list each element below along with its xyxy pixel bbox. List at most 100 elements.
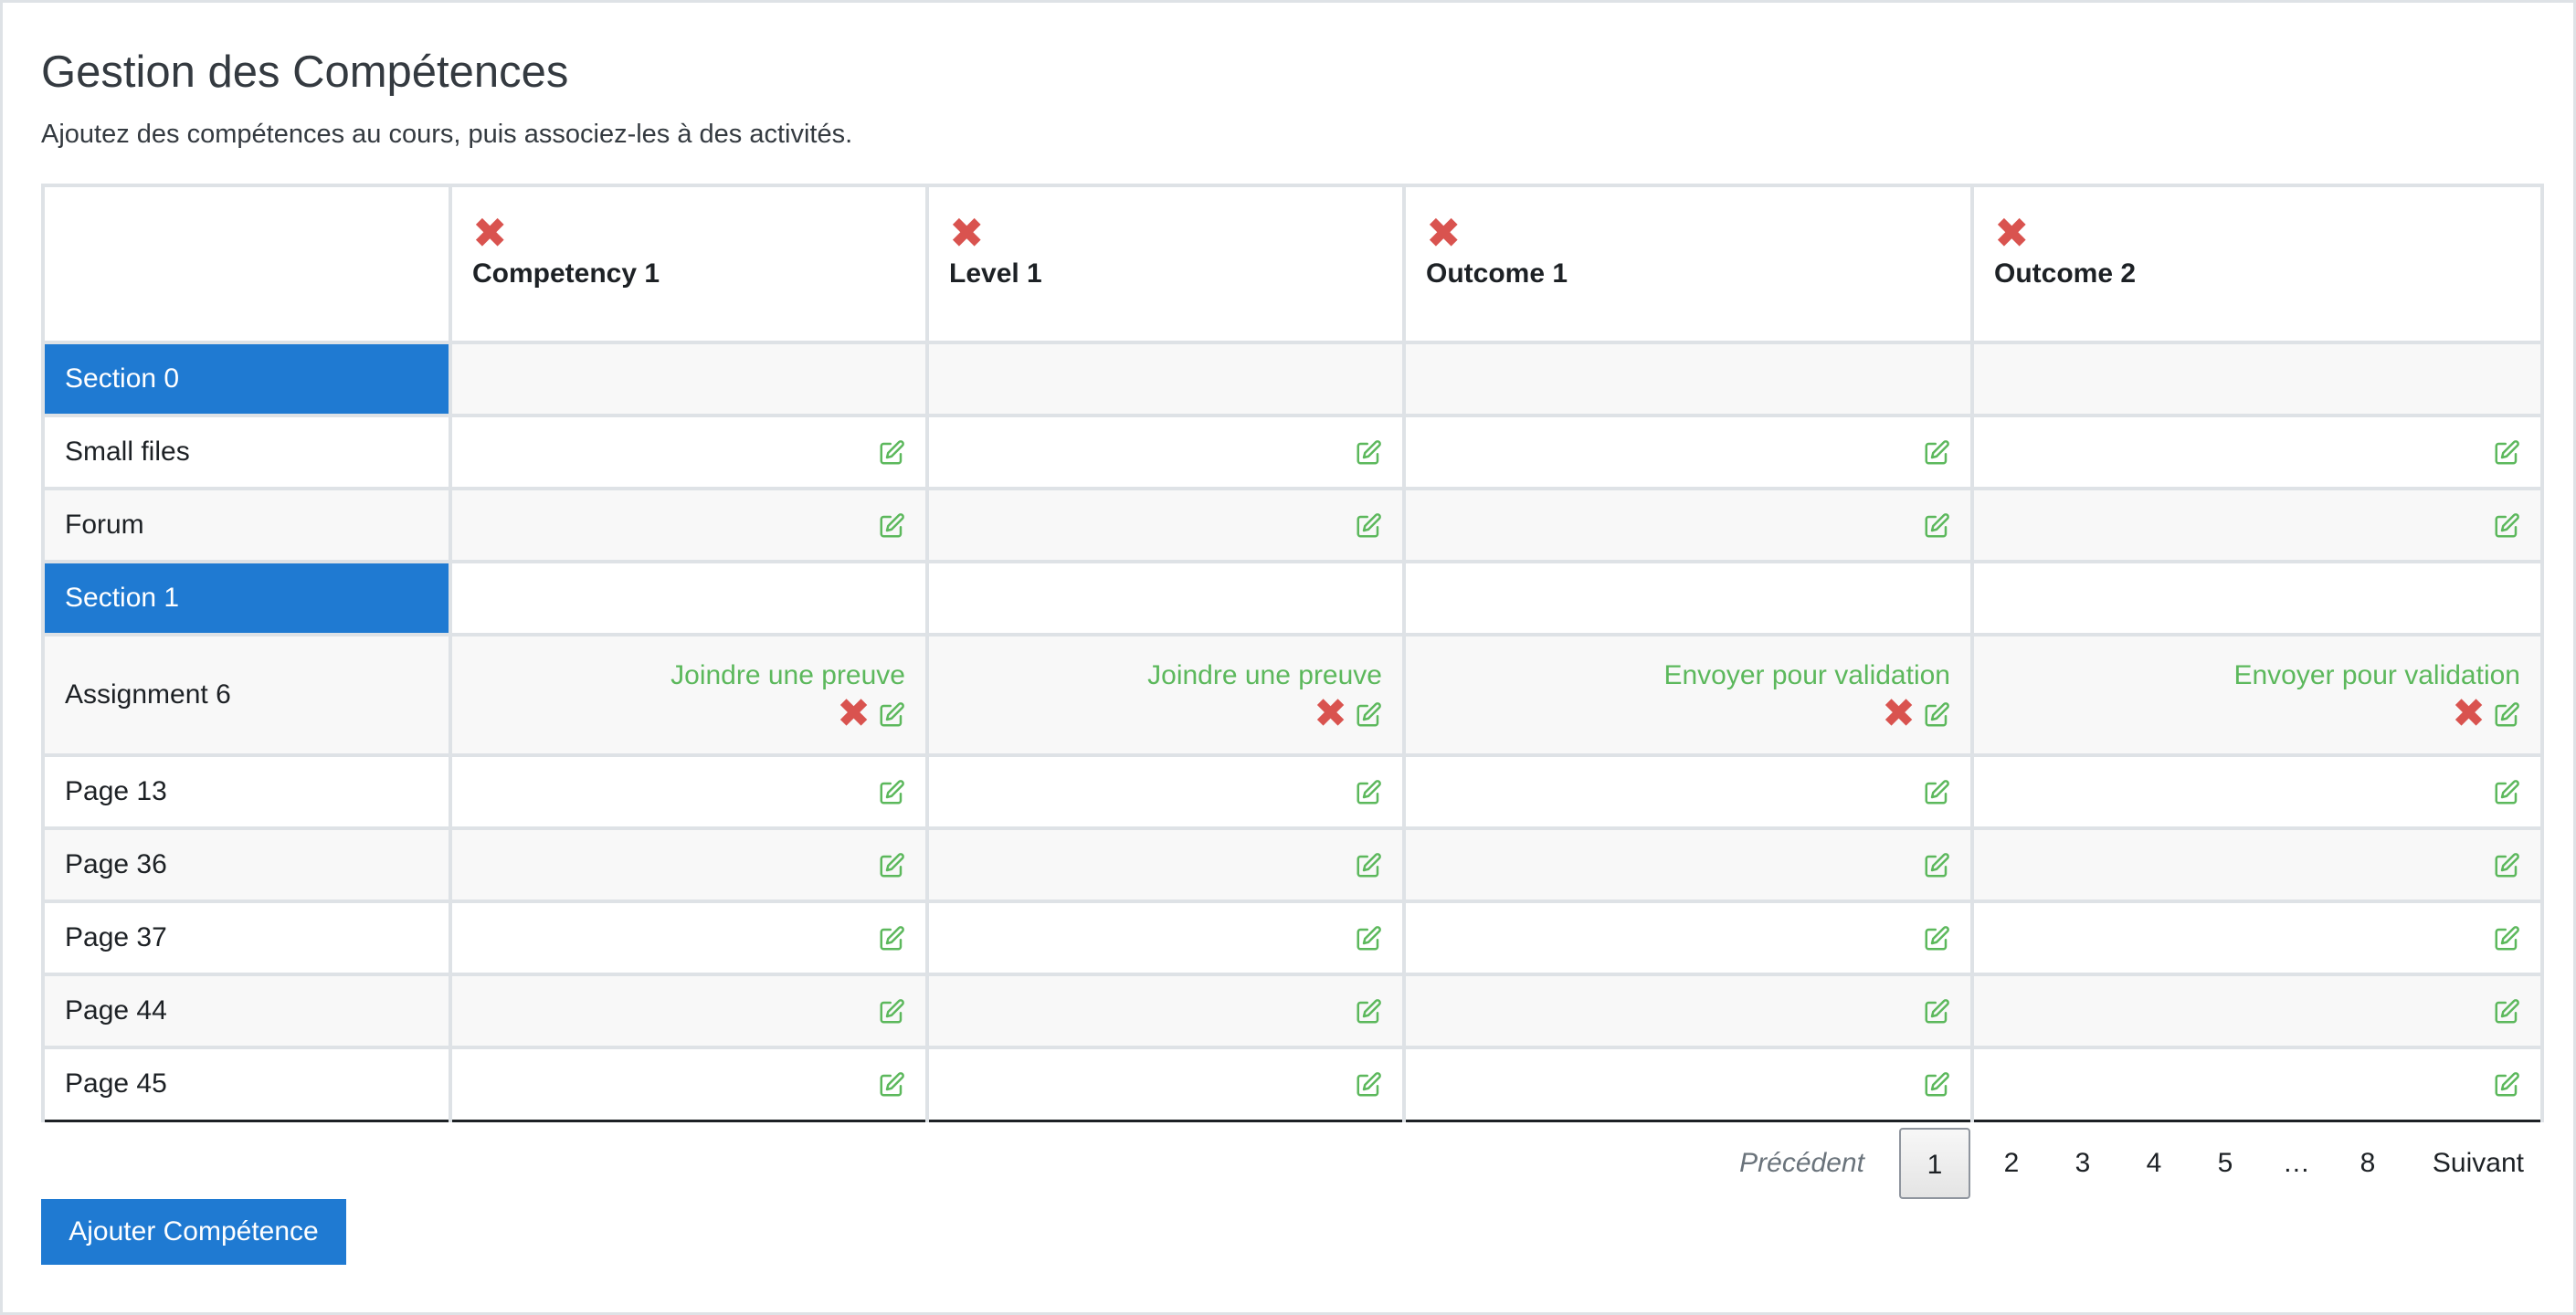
close-icon[interactable]: ✖	[472, 212, 509, 254]
column-header-0: ✖ Competency 1	[449, 184, 929, 344]
edit-icon[interactable]	[1923, 995, 1950, 1026]
edit-icon[interactable]	[878, 1068, 905, 1099]
table-cell	[1970, 487, 2544, 563]
pagination-page[interactable]: 4	[2118, 1128, 2190, 1199]
edit-icon[interactable]	[878, 437, 905, 467]
table-cell	[925, 826, 1406, 903]
edit-icon[interactable]	[1923, 437, 1950, 467]
table-cell	[1970, 341, 2544, 417]
edit-icon[interactable]	[2493, 995, 2520, 1026]
table-cell	[1402, 560, 1974, 636]
edit-icon[interactable]	[1355, 437, 1382, 467]
edit-icon[interactable]	[1355, 699, 1382, 730]
close-icon[interactable]: ✖	[1882, 694, 1916, 734]
add-competency-button[interactable]: Ajouter Compétence	[41, 1199, 346, 1265]
pagination-page[interactable]: 2	[1976, 1128, 2047, 1199]
column-header-label: Outcome 1	[1426, 258, 1568, 289]
table-cell	[1402, 341, 1974, 417]
edit-icon[interactable]	[878, 699, 905, 730]
pagination-page[interactable]: 5	[2190, 1128, 2261, 1199]
table-row: Page 36	[41, 826, 2544, 903]
close-icon[interactable]: ✖	[1426, 212, 1462, 254]
edit-icon[interactable]	[1355, 1068, 1382, 1099]
edit-icon[interactable]	[1355, 922, 1382, 952]
close-icon[interactable]: ✖	[1994, 212, 2031, 254]
edit-icon[interactable]	[1355, 995, 1382, 1026]
activity-label: Page 13	[41, 753, 452, 830]
section-row: Section 0	[41, 341, 2544, 417]
close-icon[interactable]: ✖	[2452, 694, 2486, 734]
table-row: Page 45	[41, 1046, 2544, 1122]
pagination-next[interactable]: Suivant	[2416, 1128, 2540, 1199]
pagination-page[interactable]: 8	[2332, 1128, 2403, 1199]
pagination-pages: 1 2 3 4 5 … 8	[1898, 1128, 2403, 1199]
table-cell	[449, 487, 929, 563]
table-cell	[925, 487, 1406, 563]
pagination: Précédent 1 2 3 4 5 … 8 Suivant	[1723, 1128, 2540, 1199]
activity-label: Forum	[41, 487, 452, 563]
edit-icon[interactable]	[1355, 510, 1382, 540]
table-cell	[925, 414, 1406, 490]
close-icon[interactable]: ✖	[949, 212, 986, 254]
edit-icon[interactable]	[2493, 849, 2520, 879]
edit-icon[interactable]	[1355, 849, 1382, 879]
edit-icon[interactable]	[2493, 922, 2520, 952]
table-cell	[449, 560, 929, 636]
edit-icon[interactable]	[878, 510, 905, 540]
table-cell	[1970, 1046, 2544, 1122]
column-header-label: Level 1	[949, 258, 1042, 289]
close-icon[interactable]: ✖	[1314, 694, 1347, 734]
edit-icon[interactable]	[2493, 437, 2520, 467]
table-cell	[1402, 487, 1974, 563]
pagination-page[interactable]: 3	[2047, 1128, 2118, 1199]
evidence-link[interactable]: Envoyer pour validation	[1994, 656, 2520, 696]
table-cell	[1402, 973, 1974, 1049]
pagination-page[interactable]: 1	[1898, 1128, 1970, 1199]
table-cell	[449, 973, 929, 1049]
evidence-link[interactable]: Joindre une preuve	[949, 656, 1382, 696]
edit-icon[interactable]	[878, 776, 905, 806]
edit-icon[interactable]	[2493, 699, 2520, 730]
edit-icon[interactable]	[1923, 699, 1950, 730]
edit-icon[interactable]	[878, 922, 905, 952]
edit-icon[interactable]	[878, 995, 905, 1026]
table-cell	[925, 1046, 1406, 1122]
activity-label: Page 37	[41, 899, 452, 976]
edit-icon[interactable]	[1923, 849, 1950, 879]
edit-icon[interactable]	[2493, 1068, 2520, 1099]
activity-label: Page 45	[41, 1046, 452, 1122]
competency-table: ✖ Competency 1 ✖ Level 1 ✖ Outcome 1 ✖ O…	[41, 184, 2544, 1122]
activity-label: Assignment 6	[41, 633, 452, 757]
edit-icon[interactable]	[1923, 776, 1950, 806]
table-cell	[1402, 826, 1974, 903]
edit-icon[interactable]	[1923, 922, 1950, 952]
edit-icon[interactable]	[2493, 510, 2520, 540]
table-cell: Envoyer pour validation ✖	[1402, 633, 1974, 757]
edit-icon[interactable]	[1355, 776, 1382, 806]
table-cell	[1970, 826, 2544, 903]
table-cell	[449, 1046, 929, 1122]
table-row: Page 13	[41, 753, 2544, 830]
close-icon[interactable]: ✖	[837, 694, 871, 734]
table-cell	[449, 753, 929, 830]
edit-icon[interactable]	[1923, 510, 1950, 540]
table-row: Page 44	[41, 973, 2544, 1049]
table-cell	[1970, 899, 2544, 976]
table-cell	[1970, 753, 2544, 830]
edit-icon[interactable]	[1923, 1068, 1950, 1099]
edit-icon[interactable]	[878, 849, 905, 879]
table-cell	[449, 414, 929, 490]
table-cell	[449, 341, 929, 417]
pagination-previous[interactable]: Précédent	[1723, 1128, 1881, 1199]
column-header-label: Outcome 2	[1994, 258, 2137, 289]
column-header-3: ✖ Outcome 2	[1970, 184, 2544, 344]
table-body: Section 0 Small files Forum Section 1 Assign…	[41, 341, 2544, 1122]
edit-icon[interactable]	[2493, 776, 2520, 806]
column-header-1: ✖ Level 1	[925, 184, 1406, 344]
page-title: Gestion des Compétences	[41, 47, 569, 97]
column-header-label: Competency 1	[472, 258, 660, 289]
evidence-link[interactable]: Envoyer pour validation	[1426, 656, 1950, 696]
table-cell: Joindre une preuve ✖	[449, 633, 929, 757]
evidence-link[interactable]: Joindre une preuve	[472, 656, 905, 696]
activity-label: Small files	[41, 414, 452, 490]
